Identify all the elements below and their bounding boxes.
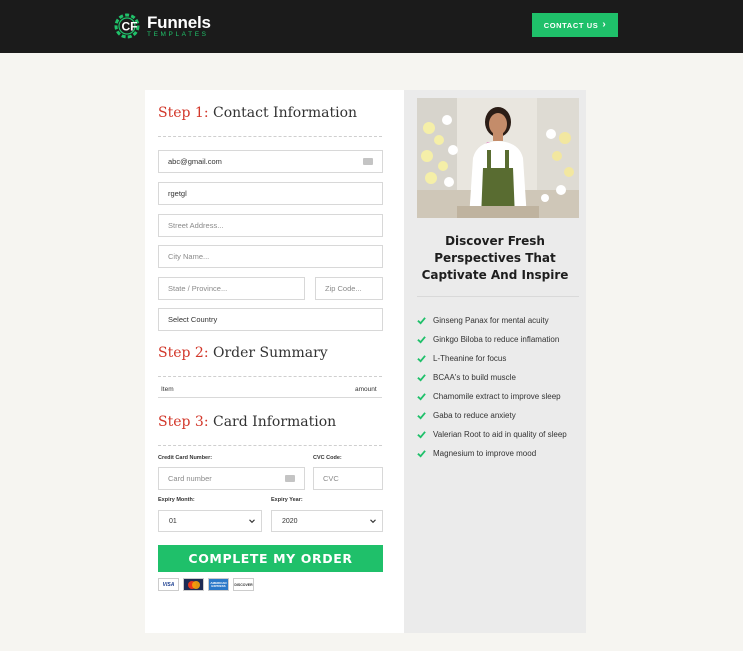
checkmark-icon (417, 354, 426, 363)
divider (158, 136, 382, 137)
top-nav-bar: CF Funnels TEMPLATES CONTACT US › (0, 0, 743, 53)
benefit-text: Valerian Root to aid in quality of sleep (433, 429, 567, 439)
step3-heading: Step 3: Card Information (158, 414, 336, 430)
cvc-placeholder: CVC (323, 474, 339, 483)
benefit-text: Ginseng Panax for mental acuity (433, 315, 549, 325)
benefit-item: Valerian Root to aid in quality of sleep (417, 427, 567, 441)
step3-number: Step 3: (158, 414, 209, 430)
summary-col-amount: amount (355, 386, 377, 393)
benefit-item: Magnesium to improve mood (417, 446, 536, 460)
step3-title: Card Information (213, 414, 337, 430)
benefit-text: BCAA's to build muscle (433, 372, 516, 382)
checkmark-icon (417, 335, 426, 344)
woman-with-orchids-image (417, 98, 579, 218)
amex-label: AMERICAN EXPRESS (210, 580, 227, 588)
visa-card-icon: VISA (158, 578, 179, 591)
chevron-down-icon (249, 519, 255, 524)
cvc-field[interactable]: CVC (313, 467, 383, 490)
contact-us-label: CONTACT US (543, 20, 599, 30)
amex-card-icon: AMERICAN EXPRESS (208, 578, 229, 591)
checkmark-icon (417, 392, 426, 401)
contact-us-button[interactable]: CONTACT US › (532, 13, 618, 37)
expiry-year-label: Expiry Year: (271, 497, 303, 503)
chevron-down-icon (370, 519, 376, 524)
benefit-text: Ginkgo Biloba to reduce inflamation (433, 334, 560, 344)
email-field[interactable]: abc@gmail.com (158, 150, 383, 173)
state-placeholder: State / Province... (168, 284, 228, 293)
card-number-field[interactable]: Card number (158, 467, 305, 490)
benefit-item: L-Theanine for focus (417, 351, 506, 365)
checkmark-icon (417, 316, 426, 325)
zip-field[interactable]: Zip Code... (315, 277, 383, 300)
logo-subtitle: TEMPLATES (147, 30, 209, 38)
expiry-month-select[interactable]: 01 (158, 510, 262, 532)
checkmark-icon (417, 373, 426, 382)
mastercard-icon (183, 578, 204, 591)
svg-text:CF: CF (122, 20, 138, 34)
checkmark-icon (417, 449, 426, 458)
country-select[interactable]: Select Country (158, 308, 383, 331)
keyboard-icon (363, 158, 373, 165)
product-sidebar: Discover Fresh Perspectives That Captiva… (404, 90, 586, 633)
logo-title: Funnels (147, 12, 211, 32)
card-number-label: Credit Card Number: (158, 455, 213, 461)
complete-order-button[interactable]: COMPLETE MY ORDER (158, 545, 383, 572)
step1-heading: Step 1: Contact Information (158, 105, 357, 121)
divider (158, 445, 382, 446)
city-field[interactable]: City Name... (158, 245, 383, 268)
sidebar-divider (417, 296, 579, 297)
benefit-item: Gaba to reduce anxiety (417, 408, 516, 422)
sidebar-headline: Discover Fresh Perspectives That Captiva… (421, 234, 569, 282)
expiry-year-select[interactable]: 2020 (271, 510, 383, 532)
keyboard-icon (285, 475, 295, 482)
expiry-month-label: Expiry Month: (158, 497, 195, 503)
zip-placeholder: Zip Code... (325, 284, 362, 293)
benefit-item: Ginseng Panax for mental acuity (417, 313, 549, 327)
divider (158, 376, 382, 377)
checkmark-icon (417, 430, 426, 439)
city-placeholder: City Name... (168, 252, 210, 261)
funnels-templates-logo[interactable]: CF Funnels TEMPLATES (113, 12, 211, 40)
step1-number: Step 1: (158, 105, 209, 121)
benefit-text: L-Theanine for focus (433, 353, 507, 363)
benefit-item: BCAA's to build muscle (417, 370, 516, 384)
visa-label: VISA (162, 581, 175, 588)
benefit-item: Ginkgo Biloba to reduce inflamation (417, 332, 559, 346)
name-field[interactable]: rgetgl (158, 182, 383, 205)
discover-card-icon: DISCOVER (233, 578, 254, 591)
benefit-text: Chamomile extract to improve sleep (433, 391, 561, 401)
gear-logo-icon: CF (114, 13, 140, 39)
checkout-form: Step 1: Contact Information abc@gmail.co… (145, 90, 404, 633)
step1-title: Contact Information (213, 105, 358, 121)
chevron-right-icon: › (602, 19, 607, 30)
name-value: rgetgl (168, 189, 187, 198)
benefit-text: Gaba to reduce anxiety (433, 410, 516, 420)
step2-number: Step 2: (158, 345, 209, 361)
benefit-text: Magnesium to improve mood (433, 448, 537, 458)
discover-label: DISCOVER (234, 582, 253, 587)
street-address-field[interactable]: Street Address... (158, 214, 383, 237)
step2-title: Order Summary (213, 345, 328, 361)
order-form-card: Step 1: Contact Information abc@gmail.co… (145, 90, 586, 633)
cvc-label: CVC Code: (313, 455, 342, 461)
state-field[interactable]: State / Province... (158, 277, 305, 300)
checkmark-icon (417, 411, 426, 420)
street-placeholder: Street Address... (168, 221, 224, 230)
country-value: Select Country (168, 315, 218, 324)
step2-heading: Step 2: Order Summary (158, 345, 328, 361)
summary-col-item: Item (161, 386, 174, 393)
email-value: abc@gmail.com (168, 157, 222, 166)
summary-underline (158, 397, 382, 398)
benefit-item: Chamomile extract to improve sleep (417, 389, 561, 403)
expiry-year-value: 2020 (282, 517, 298, 525)
expiry-month-value: 01 (169, 517, 177, 525)
mastercard-circles-icon (187, 580, 200, 589)
card-number-placeholder: Card number (168, 474, 212, 483)
